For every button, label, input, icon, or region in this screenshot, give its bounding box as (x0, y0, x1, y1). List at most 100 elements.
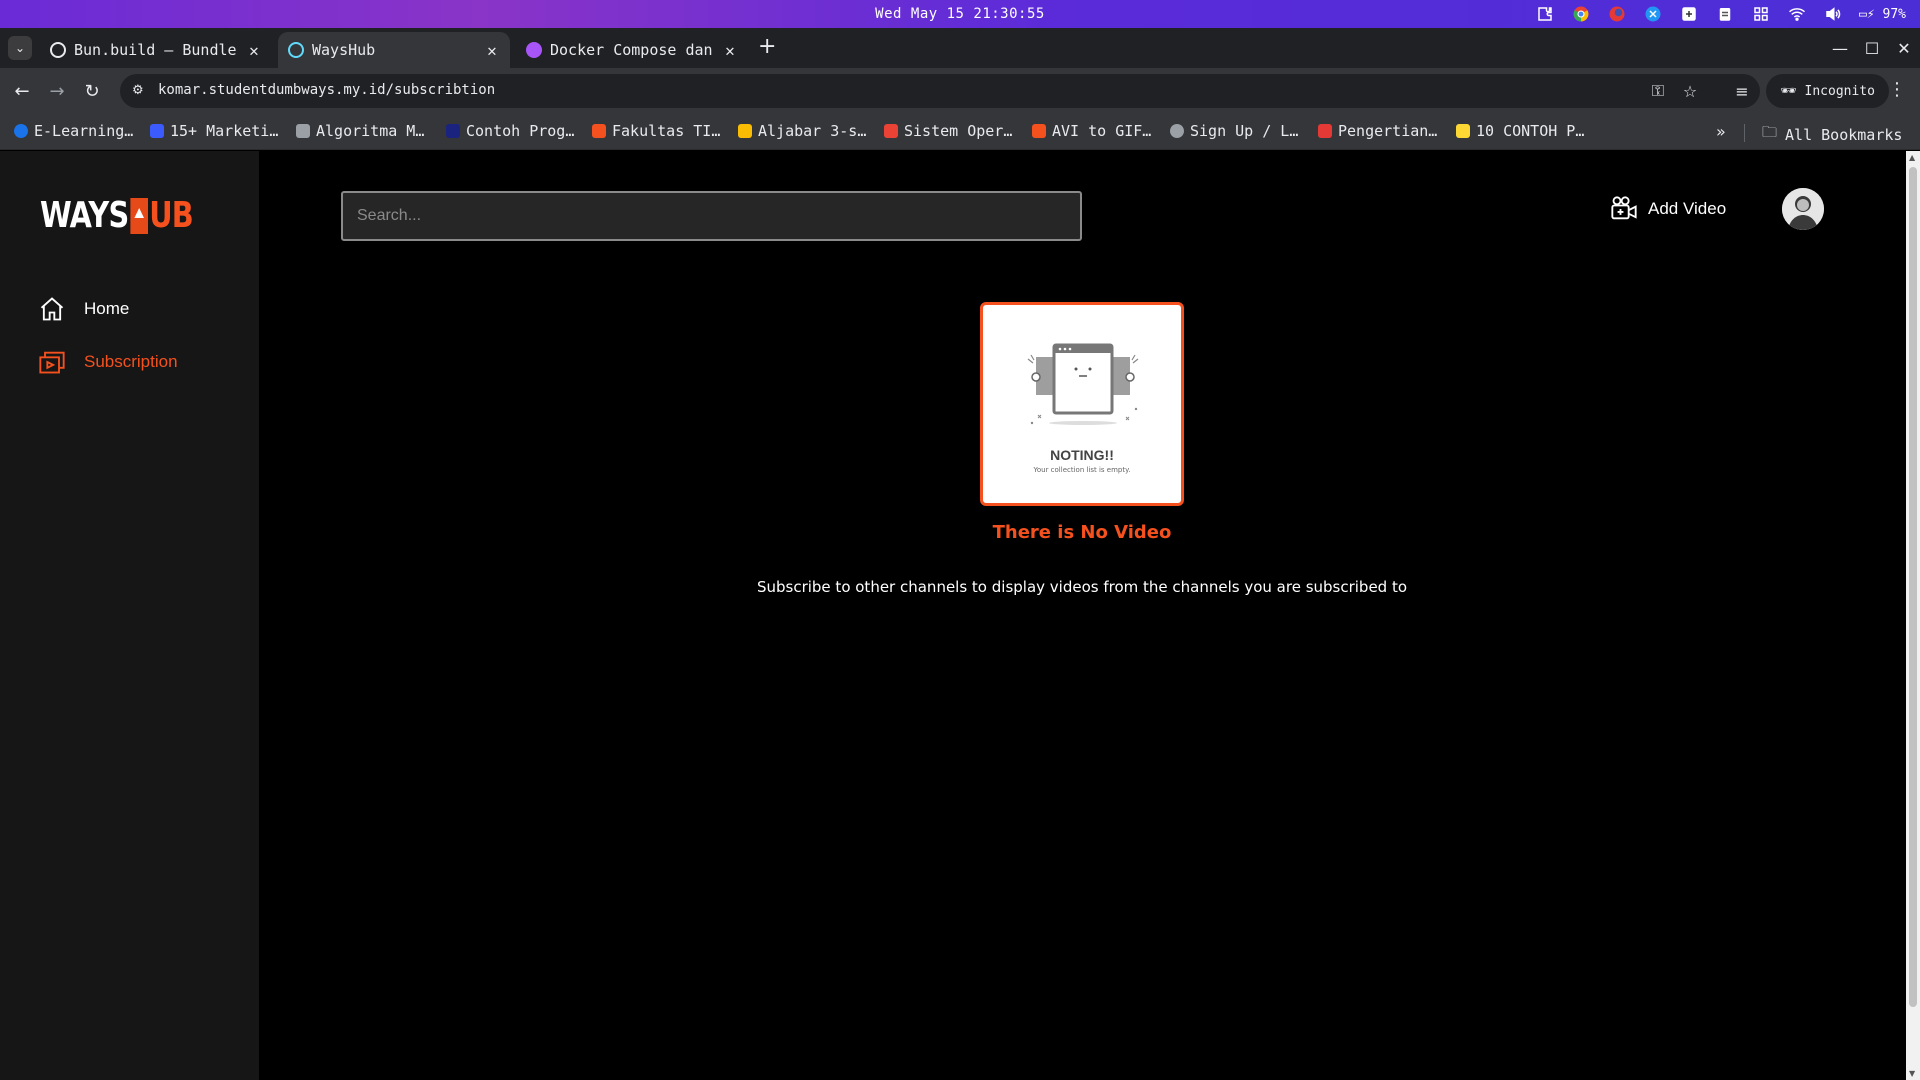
bookmark-favicon-icon (1318, 124, 1332, 138)
bookmark-item[interactable]: Pengertian… (1318, 122, 1437, 140)
reading-list-icon[interactable]: ≡ (1732, 81, 1752, 101)
bookmark-favicon-icon (150, 124, 164, 138)
close-tab-icon[interactable]: ✕ (484, 41, 500, 60)
incognito-icon: 🕶 (1780, 83, 1797, 99)
system-tray: ▭⚡ 97% (1535, 4, 1906, 24)
chevron-down-icon: ⌄ (14, 41, 26, 55)
tab-docker-compose[interactable]: Docker Compose dan ✕ (516, 32, 748, 68)
bookmark-item[interactable]: Aljabar 3-s… (738, 122, 866, 140)
sidebar-item-subscription[interactable]: Subscription (38, 348, 178, 376)
more-bookmarks-button[interactable]: » (1716, 122, 1726, 141)
battery-icon: ▭⚡ (1859, 6, 1875, 22)
close-window-icon[interactable]: ✕ (1888, 28, 1920, 68)
battery-indicator[interactable]: ▭⚡ 97% (1859, 7, 1906, 22)
screen-record-icon[interactable] (1679, 4, 1699, 24)
bookmark-favicon-icon (1456, 124, 1470, 138)
bookmark-item[interactable]: 15+ Marketi… (150, 122, 278, 140)
scrollbar-thumb[interactable] (1909, 167, 1917, 1007)
search-input[interactable] (341, 191, 1082, 241)
bookmark-favicon-icon (296, 124, 310, 138)
logo-text-ways: WAYS (40, 195, 129, 236)
bookmark-item[interactable]: Algoritma M… (296, 122, 424, 140)
grid-icon[interactable] (1751, 4, 1771, 24)
forward-icon[interactable]: → (45, 79, 69, 103)
bookmark-item[interactable]: 10 CONTOH P… (1456, 122, 1584, 140)
menu-kebab-icon[interactable]: ⋮ (1888, 79, 1906, 100)
bookmark-label: Algoritma M… (316, 122, 425, 140)
empty-state-subtitle: Your collection list is empty. (1033, 466, 1131, 474)
key-icon[interactable]: ⚿ (1648, 81, 1668, 101)
extension-icon[interactable] (1535, 4, 1555, 24)
close-tab-icon[interactable]: ✕ (246, 41, 262, 60)
user-avatar[interactable] (1782, 188, 1824, 230)
tab-title: Bun.build – Bundler (74, 41, 238, 59)
no-video-heading: There is No Video (992, 522, 1172, 543)
bookmark-item[interactable]: Sign Up / L… (1170, 122, 1298, 140)
bookmark-favicon-icon (884, 124, 898, 138)
tab-bun-build[interactable]: Bun.build – Bundler ✕ (40, 32, 272, 68)
bookmark-label: Fakultas TI… (612, 122, 721, 140)
bookmark-label: E-Learning… (34, 122, 134, 140)
empty-state-card: NOTING!! Your collection list is empty. (980, 302, 1184, 506)
site-info-icon[interactable]: ⚙ (132, 83, 148, 99)
bookmark-favicon-icon (1170, 124, 1184, 138)
back-icon[interactable]: ← (10, 79, 34, 103)
wifi-icon[interactable] (1787, 4, 1807, 24)
app-icon-2[interactable] (1643, 4, 1663, 24)
os-top-bar: Wed May 15 21:30:55 ▭⚡ 97% (0, 0, 1920, 28)
tab-title: Docker Compose dan (550, 41, 713, 59)
bookmark-label: 15+ Marketi… (170, 122, 279, 140)
chrome-icon[interactable] (1571, 4, 1591, 24)
app-icon[interactable] (1607, 4, 1627, 24)
bookmarks-bar: E-Learning… 15+ Marketi… Algoritma M… Co… (0, 114, 1920, 150)
close-tab-icon[interactable]: ✕ (722, 41, 738, 60)
bookmark-label: Sistem Oper… (904, 122, 1013, 140)
bookmark-label: Sign Up / L… (1190, 122, 1299, 140)
maximize-icon[interactable]: ☐ (1856, 28, 1888, 68)
tab-strip: ⌄ Bun.build – Bundler ✕ WaysHub ✕ Docker… (0, 28, 1920, 68)
all-bookmarks-label: All Bookmarks (1785, 125, 1903, 144)
clipboard-icon[interactable] (1715, 4, 1735, 24)
reload-icon[interactable]: ↻ (80, 79, 104, 103)
page-scrollbar[interactable]: ▲ ▼ (1906, 151, 1920, 1080)
divider (1744, 124, 1745, 142)
new-tab-button[interactable]: + (758, 34, 776, 59)
browser-toolbar: ← → ↻ ⚙ komar.studentdumbways.my.id/subs… (0, 68, 1920, 114)
scroll-down-icon[interactable]: ▼ (1909, 1069, 1915, 1078)
wayshub-logo[interactable]: WAYS UB (40, 195, 194, 236)
address-bar[interactable]: ⚙ komar.studentdumbways.my.id/subscribti… (120, 74, 1760, 108)
sidebar-item-label: Home (84, 299, 130, 318)
bookmark-favicon-icon (738, 124, 752, 138)
subscription-icon (39, 351, 65, 374)
bookmark-item[interactable]: Fakultas TI… (592, 122, 720, 140)
all-bookmarks-button[interactable]: 🗀 All Bookmarks (1762, 122, 1902, 147)
url-text[interactable]: komar.studentdumbways.my.id/subscribtion (158, 82, 495, 98)
bookmark-label: 10 CONTOH P… (1476, 122, 1585, 140)
star-icon[interactable]: ☆ (1680, 81, 1700, 101)
bookmark-item[interactable]: Contoh Prog… (446, 122, 574, 140)
bookmark-item[interactable]: E-Learning… (14, 122, 133, 140)
minimize-icon[interactable]: — (1824, 28, 1856, 68)
avatar-person-icon (1782, 188, 1824, 230)
bookmark-label: Pengertian… (1338, 122, 1438, 140)
add-video-label: Add Video (1648, 199, 1727, 218)
bookmark-item[interactable]: Sistem Oper… (884, 122, 1012, 140)
scroll-up-icon[interactable]: ▲ (1909, 153, 1915, 162)
home-icon (40, 297, 64, 321)
bookmark-favicon-icon (446, 124, 460, 138)
folder-icon: 🗀 (1762, 123, 1778, 141)
volume-icon[interactable] (1823, 4, 1843, 24)
no-video-message: Subscribe to other channels to display v… (756, 578, 1408, 596)
bookmark-label: Contoh Prog… (466, 122, 575, 140)
add-video-button[interactable]: Add Video (1610, 195, 1726, 223)
sidebar-item-home[interactable]: Home (38, 295, 129, 323)
react-favicon-icon (288, 42, 304, 58)
tab-search-button[interactable]: ⌄ (8, 36, 32, 60)
bookmark-item[interactable]: AVI to GIF… (1032, 122, 1151, 140)
tab-title: WaysHub (312, 41, 376, 59)
battery-percent: 97% (1882, 6, 1906, 22)
incognito-badge[interactable]: 🕶 Incognito (1766, 74, 1889, 108)
bookmark-favicon-icon (1032, 124, 1046, 138)
bookmark-favicon-icon (14, 124, 28, 138)
tab-wayshub[interactable]: WaysHub ✕ (278, 32, 510, 68)
